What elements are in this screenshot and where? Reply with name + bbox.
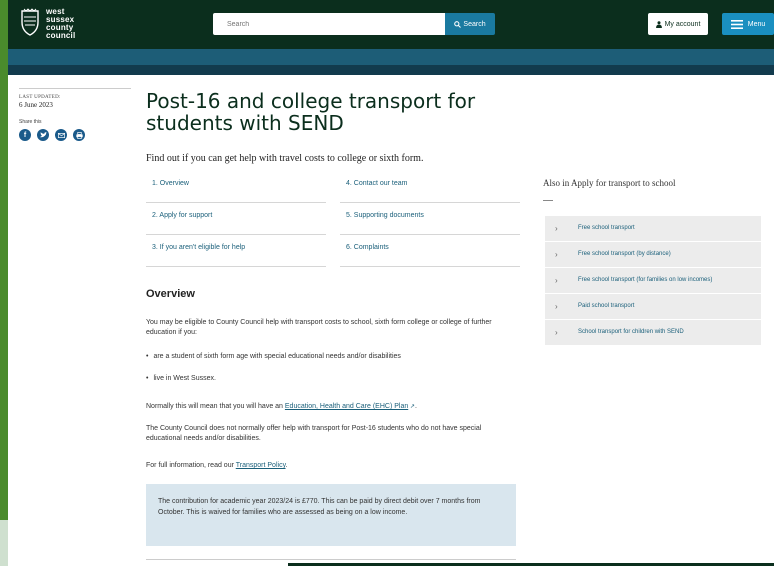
ehc-paragraph-end: . — [414, 403, 417, 410]
last-updated-date: 6 June 2023 — [19, 101, 53, 109]
policy-paragraph-end: . — [285, 462, 288, 469]
related-link-label: Paid school transport — [578, 303, 635, 309]
related-link[interactable]: › Free school transport (by distance) — [545, 242, 761, 267]
divider — [146, 559, 516, 560]
related-link[interactable]: › Free school transport — [545, 216, 761, 241]
search-input[interactable] — [213, 14, 447, 35]
list-item: live in West Sussex. — [146, 375, 516, 382]
my-account-button[interactable]: My account — [648, 13, 708, 35]
chevron-right-icon: › — [555, 250, 558, 259]
hamburger-icon — [730, 19, 743, 29]
menu-label: Menu — [747, 20, 766, 28]
page-meta: LAST UPDATED: 6 June 2023 Share this f — [19, 88, 131, 141]
contents-item[interactable]: 5. Supporting documents — [340, 204, 520, 235]
contents-link[interactable]: 1. Overview — [152, 180, 189, 187]
contents-link[interactable]: 4. Contact our team — [346, 180, 407, 187]
overview-paragraph: You may be eligible to County Council he… — [146, 319, 492, 336]
user-icon — [655, 20, 662, 28]
related-link-label: Free school transport (for families on l… — [578, 277, 713, 283]
search-button[interactable]: Search — [445, 13, 495, 35]
divider — [543, 200, 553, 201]
contents-item[interactable]: 1. Overview — [146, 172, 326, 203]
contents-link[interactable]: 2. Apply for support — [152, 212, 212, 219]
search-box — [213, 13, 455, 35]
ehc-paragraph: Normally this will mean that you will ha… — [146, 402, 516, 412]
logo-line: council — [46, 31, 76, 40]
related-heading: Also in Apply for transport to school — [543, 178, 676, 188]
callout-text: The contribution for academic year 2023/… — [158, 498, 481, 516]
overview-heading: Overview — [146, 288, 195, 300]
last-updated-label: LAST UPDATED: — [19, 95, 61, 100]
site-logo[interactable]: west sussex county council — [20, 6, 100, 42]
contents-item[interactable]: 4. Contact our team — [340, 172, 520, 203]
list-item: are a student of sixth form age with spe… — [146, 353, 516, 360]
my-account-label: My account — [664, 20, 701, 28]
ehc-plan-link[interactable]: Education, Health and Care (EHC) Plan — [285, 403, 408, 410]
search-button-label: Search — [463, 20, 486, 28]
related-link-label: School transport for children with SEND — [578, 329, 684, 335]
share-icons: f — [19, 129, 131, 141]
bullet-text: live in West Sussex. — [153, 375, 216, 382]
related-links: › Free school transport › Free school tran… — [545, 216, 761, 346]
page-corner-accent — [0, 520, 8, 566]
related-link[interactable]: › School transport for children with SEND — [545, 320, 761, 345]
twitter-icon[interactable] — [37, 129, 49, 141]
contents-link[interactable]: 5. Supporting documents — [346, 212, 424, 219]
contribution-callout: The contribution for academic year 2023/… — [146, 484, 516, 546]
chevron-right-icon: › — [555, 276, 558, 285]
site-header: west sussex county council Search My acc… — [8, 0, 774, 49]
transport-policy-link[interactable]: Transport Policy — [236, 462, 286, 469]
header-band — [8, 49, 774, 65]
menu-button[interactable]: Menu — [722, 13, 774, 35]
related-link-label: Free school transport — [578, 225, 635, 231]
page-lead: Find out if you can get help with travel… — [146, 153, 424, 164]
search-icon — [454, 20, 462, 28]
chevron-right-icon: › — [555, 302, 558, 311]
contents-link[interactable]: 6. Complaints — [346, 244, 389, 251]
contents-item[interactable]: 2. Apply for support — [146, 204, 326, 235]
crest-icon — [21, 8, 39, 36]
chevron-right-icon: › — [555, 328, 558, 337]
page-title: Post-16 and college transport for studen… — [146, 89, 476, 135]
header-band-dark — [8, 65, 774, 75]
logo-wordmark: west sussex county council — [46, 8, 75, 40]
chevron-right-icon: › — [555, 224, 558, 233]
email-icon[interactable] — [55, 129, 67, 141]
external-link-icon: ↗ — [408, 404, 415, 410]
policy-paragraph: For full information, read our Transport… — [146, 461, 516, 471]
related-link-label: Free school transport (by distance) — [578, 251, 671, 257]
post16-paragraph: The County Council does not normally off… — [146, 425, 482, 442]
facebook-icon[interactable]: f — [19, 129, 31, 141]
related-link[interactable]: › Free school transport (for families on … — [545, 268, 761, 293]
policy-paragraph-text: For full information, read our — [146, 462, 236, 469]
related-link[interactable]: › Paid school transport — [545, 294, 761, 319]
print-icon[interactable] — [73, 129, 85, 141]
ehc-paragraph-text: Normally this will mean that you will ha… — [146, 403, 285, 410]
contents-item[interactable]: 6. Complaints — [340, 236, 520, 267]
contents-link[interactable]: 3. If you aren't eligible for help — [152, 244, 245, 251]
page-frame: west sussex county council Search My acc… — [8, 0, 774, 566]
contents-item[interactable]: 3. If you aren't eligible for help — [146, 236, 326, 267]
bullet-text: are a student of sixth form age with spe… — [153, 353, 401, 360]
share-label: Share this — [19, 119, 42, 125]
